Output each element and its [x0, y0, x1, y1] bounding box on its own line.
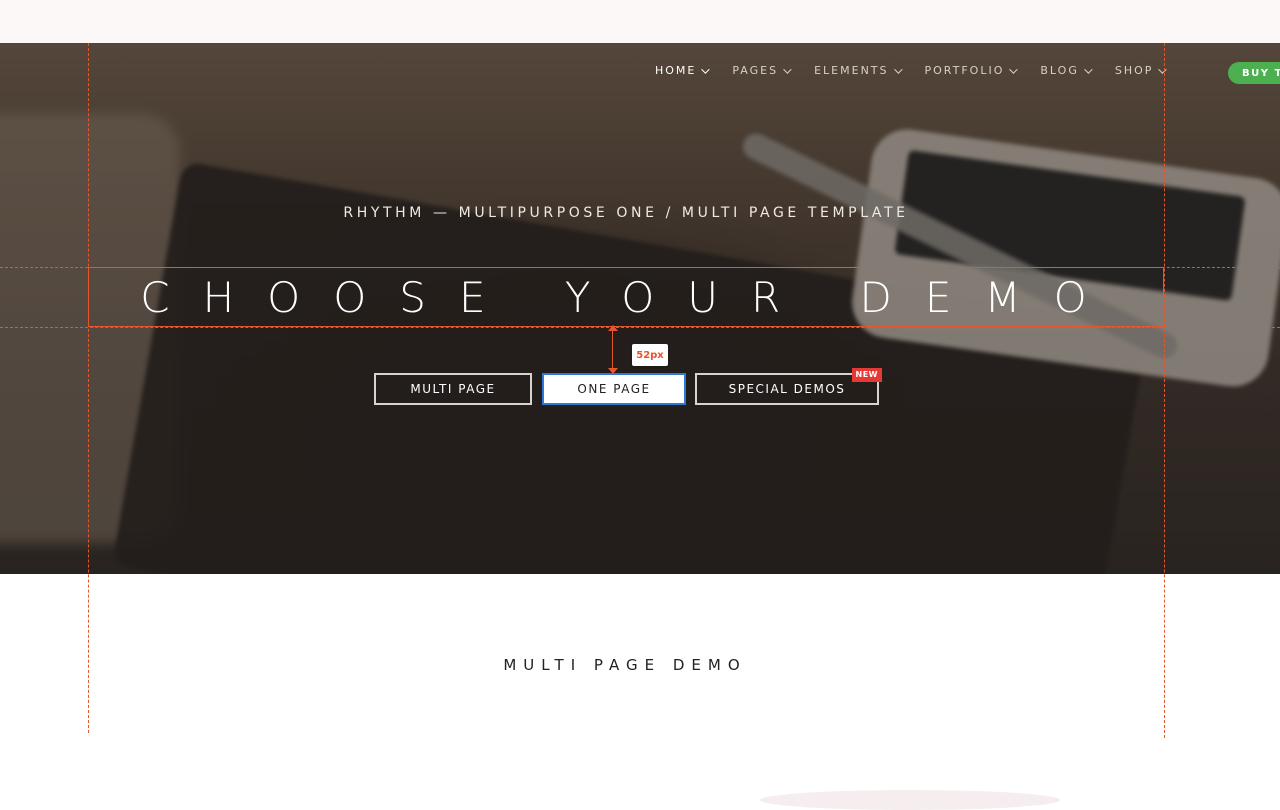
special-demos-button-label: SPECIAL DEMOS	[728, 382, 846, 396]
one-page-button[interactable]: ONE PAGE	[542, 373, 686, 405]
nav-item-label: BLOG	[1040, 64, 1079, 77]
chevron-down-icon	[701, 64, 711, 74]
nav-item-shop[interactable]: SHOP	[1114, 64, 1168, 77]
chevron-down-icon	[1009, 64, 1019, 74]
nav-item-blog[interactable]: BLOG	[1040, 64, 1093, 77]
nav-item-label: ELEMENTS	[814, 64, 889, 77]
chevron-down-icon	[1084, 64, 1093, 74]
top-bar	[0, 0, 1280, 43]
spacing-measure-line	[612, 328, 613, 372]
nav-item-elements[interactable]: ELEMENTS	[814, 64, 903, 77]
chevron-down-icon	[783, 64, 792, 74]
chevron-down-icon	[1158, 64, 1168, 74]
guide-left	[88, 43, 89, 733]
headline-guide-box	[88, 267, 1164, 327]
one-page-button-label: ONE PAGE	[577, 382, 651, 396]
hero-subtitle: RHYTHM — MULTIPURPOSE ONE / MULTI PAGE T…	[343, 205, 909, 221]
section-title: MULTI PAGE DEMO	[503, 656, 747, 674]
main-nav: HOME PAGES ELEMENTS PORTFOLIO BLOG SHOP	[655, 64, 1189, 77]
nav-item-pages[interactable]: PAGES	[732, 64, 792, 77]
arrow-up-icon	[608, 325, 618, 331]
spacing-measure-label: 52px	[632, 344, 668, 366]
guide-bottom	[0, 327, 1280, 328]
nav-item-label: HOME	[655, 64, 697, 77]
nav-item-label: SHOP	[1114, 64, 1154, 77]
arrow-down-icon	[608, 368, 618, 374]
nav-item-label: PORTFOLIO	[924, 64, 1005, 77]
guide-right	[1164, 43, 1165, 738]
new-badge: NEW	[851, 368, 882, 382]
nav-item-home[interactable]: HOME	[655, 64, 711, 77]
nav-item-label: PAGES	[732, 64, 779, 77]
chevron-down-icon	[893, 64, 903, 74]
nav-item-portfolio[interactable]: PORTFOLIO	[924, 64, 1019, 77]
multi-page-button[interactable]: MULTI PAGE	[374, 373, 532, 405]
buy-button[interactable]: BUY T	[1228, 62, 1280, 84]
special-demos-button[interactable]: SPECIAL DEMOS NEW	[695, 368, 882, 405]
decorative-blob	[760, 790, 1060, 810]
multi-page-button-label: MULTI PAGE	[410, 382, 496, 396]
